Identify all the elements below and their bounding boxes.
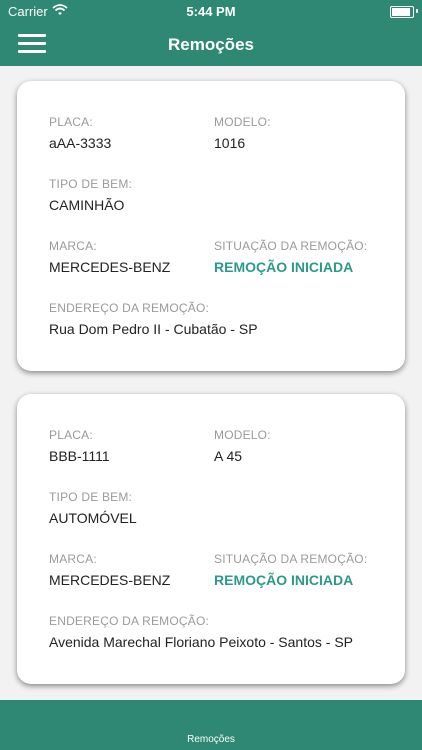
placa-field: PLACA: BBB-1111 [49,428,110,464]
marca-field: MARCA: MERCEDES-BENZ [49,239,170,275]
placa-field: PLACA: aAA-3333 [49,115,111,151]
placa-label: PLACA: [49,115,93,129]
tipo-label: TIPO DE BEM: [49,177,133,191]
modelo-field: MODELO: A 45 [214,428,271,464]
battery-tip [416,9,418,13]
tab-bar: Remoções [0,700,422,750]
modelo-field: MODELO: 1016 [214,115,271,151]
placa-value: aAA-3333 [49,135,112,151]
situacao-field: SITUAÇÃO DA REMOÇÃO: REMOÇÃO INICIADA [214,552,367,588]
endereco-value: Rua Dom Pedro II - Cubatão - SP [49,321,258,337]
tab-removals[interactable]: Remoções [0,734,422,745]
situacao-field: SITUAÇÃO DA REMOÇÃO: REMOÇÃO INICIADA [214,239,367,275]
marca-label: MARCA: [49,239,97,253]
battery-icon [390,6,414,18]
modelo-value: 1016 [214,135,246,151]
tipo-value: AUTOMÓVEL [49,510,137,526]
marca-field: MARCA: MERCEDES-BENZ [49,552,170,588]
removal-card[interactable]: PLACA: BBB-1111 MODELO: A 45 TIPO DE BEM… [17,394,405,684]
marca-label: MARCA: [49,552,97,566]
endereco-label: ENDEREÇO DA REMOÇÃO: [49,614,210,628]
status-bar: Carrier 5:44 PM [0,0,422,24]
navigation-bar: Remoções [0,24,422,66]
page-title: Remoções [168,35,254,54]
marca-value: MERCEDES-BENZ [49,259,171,275]
placa-label: PLACA: [49,428,93,442]
modelo-label: MODELO: [214,115,271,129]
tipo-field: TIPO DE BEM: AUTOMÓVEL [49,490,137,526]
clock: 5:44 PM [186,4,236,19]
removal-card[interactable]: PLACA: aAA-3333 MODELO: 1016 TIPO DE BEM… [17,81,405,371]
placa-value: BBB-1111 [49,448,110,464]
endereco-label: ENDEREÇO DA REMOÇÃO: [49,301,210,315]
endereco-field: ENDEREÇO DA REMOÇÃO: Rua Dom Pedro II - … [49,301,258,337]
endereco-value: Avenida Marechal Floriano Peixoto - Sant… [49,634,354,650]
modelo-value: A 45 [214,448,243,464]
tipo-value: CAMINHÃO [49,197,125,213]
tipo-label: TIPO DE BEM: [49,490,133,504]
situacao-label: SITUAÇÃO DA REMOÇÃO: [214,239,368,253]
endereco-field: ENDEREÇO DA REMOÇÃO: Avenida Marechal Fl… [49,614,353,650]
removals-list[interactable]: PLACA: aAA-3333 MODELO: 1016 TIPO DE BEM… [0,66,422,700]
tipo-field: TIPO DE BEM: CAMINHÃO [49,177,132,213]
situacao-value: REMOÇÃO INICIADA [214,572,354,588]
marca-value: MERCEDES-BENZ [49,572,171,588]
situacao-value: REMOÇÃO INICIADA [214,259,354,275]
situacao-label: SITUAÇÃO DA REMOÇÃO: [214,552,368,566]
modelo-label: MODELO: [214,428,271,442]
